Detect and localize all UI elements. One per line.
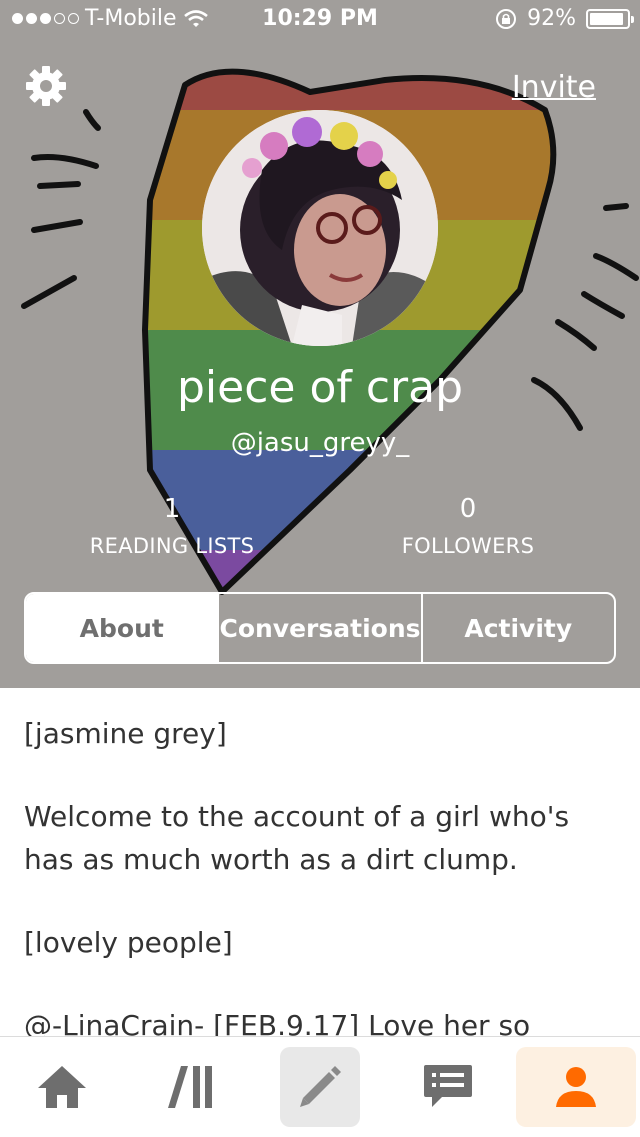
battery-icon xyxy=(586,8,634,29)
followers-label: FOLLOWERS xyxy=(401,534,535,558)
home-icon xyxy=(38,1066,86,1108)
profile-tabs: About Conversations Activity xyxy=(24,592,616,664)
followers-count: 0 xyxy=(459,494,477,524)
about-paragraph: Welcome to the account of a girl who's h… xyxy=(24,800,570,876)
bottom-nav xyxy=(0,1036,640,1137)
display-name: piece of crap xyxy=(176,362,464,413)
avatar[interactable] xyxy=(202,110,438,346)
nav-write[interactable] xyxy=(280,1047,360,1127)
about-paragraph: [jasmine grey] xyxy=(24,717,227,750)
nav-profile[interactable] xyxy=(516,1047,636,1127)
tab-activity[interactable]: Activity xyxy=(420,594,614,662)
rotation-lock-icon xyxy=(496,8,517,29)
nav-messages[interactable] xyxy=(408,1047,488,1127)
gear-icon[interactable] xyxy=(22,62,70,110)
profile-icon xyxy=(556,1067,596,1107)
status-right: 92% xyxy=(495,6,634,31)
profile-photo xyxy=(202,110,438,346)
username: @jasu_greyy_ xyxy=(230,428,410,458)
reading-lists-stat[interactable]: 1 READING LISTS xyxy=(42,494,302,558)
nav-library[interactable] xyxy=(152,1047,232,1127)
tab-about[interactable]: About xyxy=(26,594,218,662)
library-icon xyxy=(168,1066,212,1108)
nav-home[interactable] xyxy=(22,1047,102,1127)
chat-icon xyxy=(424,1065,472,1107)
reading-lists-label: READING LISTS xyxy=(89,534,255,558)
reading-lists-count: 1 xyxy=(163,494,181,524)
battery-percent: 92% xyxy=(527,6,576,31)
status-bar: T-Mobile 10:29 PM 92% xyxy=(0,0,640,40)
invite-link[interactable]: Invite xyxy=(512,70,596,105)
about-paragraph: [lovely people] xyxy=(24,926,233,959)
pencil-icon xyxy=(300,1066,341,1107)
profile-header: T-Mobile 10:29 PM 92% Invite piece of cr… xyxy=(0,0,640,688)
followers-stat[interactable]: 0 FOLLOWERS xyxy=(338,494,598,558)
tab-conversations[interactable]: Conversations xyxy=(217,594,421,662)
